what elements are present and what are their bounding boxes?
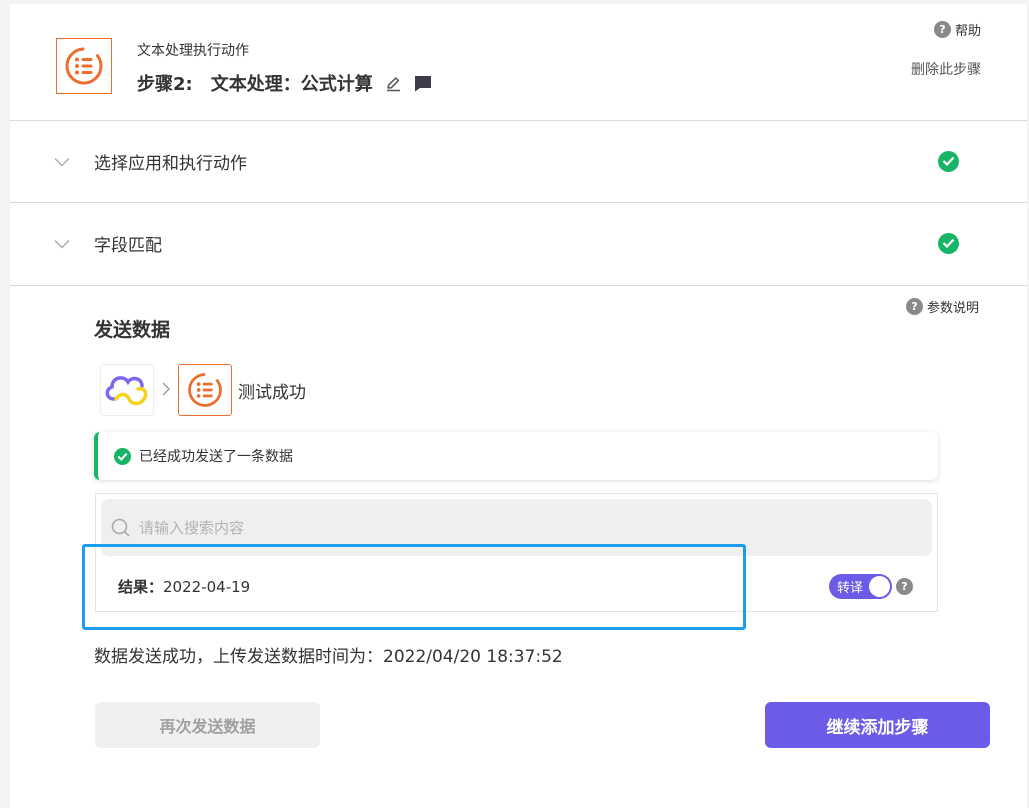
param-help-link[interactable]: ? 参数说明 [905, 297, 979, 316]
section-select-app[interactable]: 选择应用和执行动作 [10, 121, 1027, 201]
resend-data-button[interactable]: 再次发送数据 [95, 702, 320, 748]
divider [10, 285, 1027, 286]
param-help-label: 参数说明 [926, 301, 979, 316]
result-label: 结果： [118, 578, 164, 596]
text-processing-app-logo [56, 38, 112, 94]
section-field-mapping[interactable]: 字段匹配 [10, 203, 1027, 283]
text-processing-app-icon [178, 364, 232, 416]
app-flow: 测试成功 [100, 364, 306, 416]
check-circle-icon [938, 232, 959, 254]
step-card: 文本处理执行动作 步骤2: 文本处理：公式计算 ? 帮助 删除此步骤 选择应用和… [10, 4, 1027, 808]
question-icon: ? [905, 298, 923, 315]
result-panel: 结果：2022-04-19 转译 ? [95, 493, 938, 612]
success-message: 已经成功发送了一条数据 [139, 449, 293, 465]
chevron-down-icon [54, 152, 70, 171]
step-title: 步骤2: 文本处理：公式计算 [137, 70, 432, 96]
comment-icon[interactable] [414, 75, 432, 92]
help-label: 帮助 [954, 24, 981, 39]
toggle-knob [869, 576, 890, 597]
upload-status-text: 数据发送成功，上传发送数据时间为：2022/04/20 18:37:52 [94, 647, 563, 667]
result-value: 2022-04-19 [163, 578, 251, 596]
translate-toggle[interactable]: 转译 [829, 574, 892, 599]
list-circle-icon [188, 373, 222, 407]
chevron-right-icon [162, 381, 170, 400]
list-circle-icon [65, 47, 103, 85]
send-data-title: 发送数据 [94, 319, 171, 341]
section-label: 选择应用和执行动作 [94, 153, 247, 174]
step-name: 文本处理：公式计算 [210, 74, 373, 95]
search-box[interactable] [101, 499, 932, 556]
delete-step-link[interactable]: 删除此步骤 [911, 59, 981, 79]
edit-icon[interactable] [385, 75, 402, 92]
toggle-label: 转译 [837, 581, 864, 596]
question-icon[interactable]: ? [896, 578, 913, 595]
chevron-down-icon [54, 234, 70, 253]
section-label: 字段匹配 [94, 235, 162, 256]
help-link[interactable]: ? 帮助 [933, 20, 981, 39]
search-icon [111, 518, 130, 537]
success-banner: 已经成功发送了一条数据 [94, 432, 938, 480]
continue-add-step-button[interactable]: 继续添加步骤 [765, 702, 990, 748]
test-status: 测试成功 [238, 382, 306, 403]
question-icon: ? [933, 21, 951, 38]
check-circle-icon [938, 150, 959, 172]
result-row: 结果：2022-04-19 [118, 576, 250, 597]
step-number: 步骤2: [137, 74, 193, 95]
search-input[interactable] [139, 518, 839, 537]
check-circle-icon [114, 447, 131, 465]
cloud-app-icon [100, 364, 154, 416]
action-subtitle: 文本处理执行动作 [137, 43, 249, 59]
